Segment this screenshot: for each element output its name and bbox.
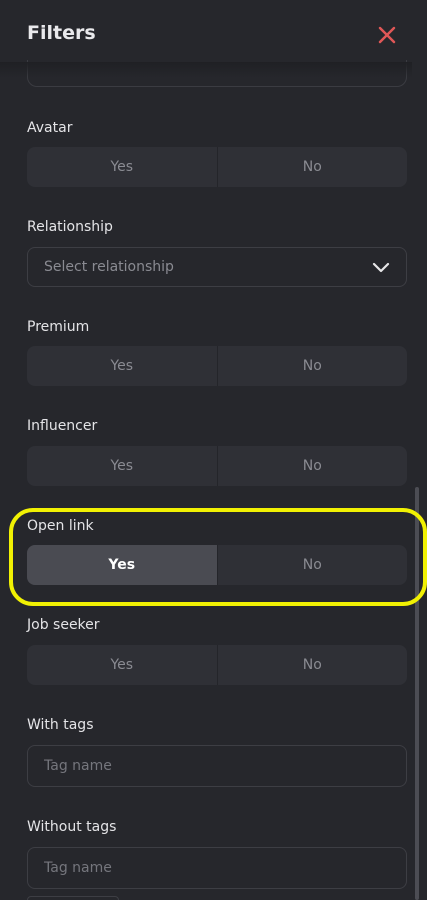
- influencer-label: Influencer: [27, 418, 98, 434]
- avatar-no-button[interactable]: No: [218, 147, 408, 187]
- job-seeker-label: Job seeker: [27, 617, 100, 633]
- filters-panel: Filters Avatar Yes No Relationship Selec…: [0, 0, 427, 900]
- without-tags-label: Without tags: [27, 819, 117, 835]
- close-icon: [378, 26, 396, 44]
- avatar-toggle: Yes No: [27, 147, 407, 187]
- relationship-select[interactable]: Select relationship: [27, 247, 407, 287]
- premium-yes-button[interactable]: Yes: [27, 346, 218, 386]
- panel-header: Filters: [0, 0, 427, 70]
- avatar-label: Avatar: [27, 120, 73, 136]
- open-link-yes-button[interactable]: Yes: [27, 545, 218, 585]
- premium-no-button[interactable]: No: [218, 346, 408, 386]
- close-button[interactable]: [374, 22, 400, 48]
- open-link-label: Open link: [27, 518, 94, 534]
- influencer-no-button[interactable]: No: [218, 446, 408, 486]
- open-link-toggle: Yes No: [27, 545, 407, 585]
- job-seeker-toggle: Yes No: [27, 645, 407, 685]
- partial-button[interactable]: [27, 896, 119, 900]
- without-tags-input[interactable]: [27, 847, 407, 889]
- relationship-label: Relationship: [27, 219, 113, 235]
- influencer-toggle: Yes No: [27, 446, 407, 486]
- influencer-yes-button[interactable]: Yes: [27, 446, 218, 486]
- premium-label: Premium: [27, 319, 90, 335]
- relationship-placeholder: Select relationship: [44, 259, 174, 275]
- with-tags-label: With tags: [27, 717, 94, 733]
- chevron-down-icon: [372, 260, 390, 279]
- job-seeker-yes-button[interactable]: Yes: [27, 645, 218, 685]
- avatar-yes-button[interactable]: Yes: [27, 147, 218, 187]
- open-link-no-button[interactable]: No: [218, 545, 408, 585]
- panel-title: Filters: [27, 22, 96, 44]
- with-tags-input[interactable]: [27, 745, 407, 787]
- scrollbar-thumb[interactable]: [415, 487, 419, 900]
- premium-toggle: Yes No: [27, 346, 407, 386]
- job-seeker-no-button[interactable]: No: [218, 645, 408, 685]
